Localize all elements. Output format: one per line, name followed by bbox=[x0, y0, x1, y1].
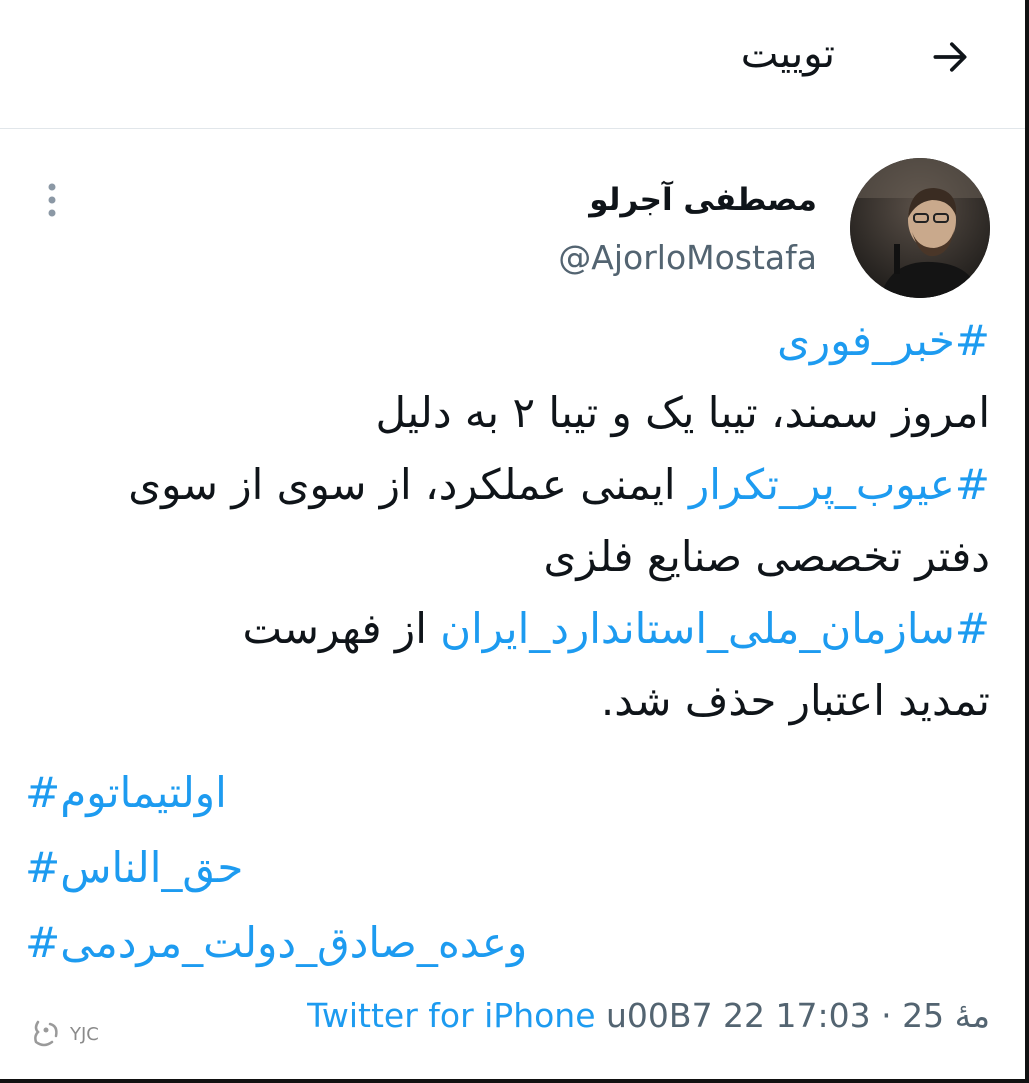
avatar[interactable] bbox=[850, 158, 990, 298]
tweet-screen: توییت مصطفی آجرلو @AjorloMostafa #خبر_فو… bbox=[0, 0, 1029, 1083]
hashtag-link[interactable]: وعده_صادق_دولت_مردمی# bbox=[25, 905, 990, 980]
tweet-text-segment: از فهرست bbox=[242, 604, 441, 653]
tweet-text-segment: تمدید اعتبار حذف شد. bbox=[600, 676, 990, 725]
tweet-text-segment: ایمنی عملکرد، از سوی از سوی bbox=[128, 460, 689, 509]
tweet-meta: Twitter for iPhone u00B7 22 مهٔ 25 · 17:… bbox=[307, 992, 990, 1040]
yjc-logo-icon bbox=[34, 1020, 58, 1047]
arrow-right-icon bbox=[933, 42, 967, 72]
hashtag-link[interactable]: حق_الناس# bbox=[25, 830, 990, 905]
hashtag-list: اولتیماتوم# حق_الناس# وعده_صادق_دولت_مرد… bbox=[25, 755, 990, 980]
source-link[interactable]: Twitter for iPhone bbox=[307, 996, 595, 1035]
more-vertical-icon bbox=[48, 183, 56, 217]
hashtag-link[interactable]: #عیوب_پر_تکرار bbox=[689, 460, 990, 509]
page-title: توییت bbox=[740, 31, 835, 77]
more-options-button[interactable] bbox=[38, 180, 66, 220]
tweet-text: #خبر_فوری امروز سمند، تیبا یک و تیبا ۲ ب… bbox=[25, 305, 990, 737]
tweet-text-segment: دفتر تخصصی صنایع فلزی bbox=[543, 532, 990, 581]
user-avatar bbox=[850, 158, 990, 298]
tweet-line: #سازمان_ملی_استاندارد_ایران از فهرست bbox=[25, 593, 990, 665]
top-bar: توییت bbox=[0, 0, 1025, 129]
tweet-line: دفتر تخصصی صنایع فلزی bbox=[25, 521, 990, 593]
tweet-line: #خبر_فوری bbox=[25, 305, 990, 377]
back-button[interactable] bbox=[925, 32, 975, 82]
tweet-line: تمدید اعتبار حذف شد. bbox=[25, 665, 990, 737]
author-name[interactable]: مصطفی آجرلو bbox=[589, 178, 817, 222]
hashtag-link[interactable]: #خبر_فوری bbox=[777, 316, 990, 365]
hashtag-link[interactable]: #سازمان_ملی_استاندارد_ایران bbox=[440, 604, 990, 653]
hashtag-link[interactable]: اولتیماتوم# bbox=[25, 755, 990, 830]
timestamp: u00B7 22 مهٔ 25 · 17:03 bbox=[595, 996, 990, 1035]
tweet-line: #عیوب_پر_تکرار ایمنی عملکرد، از سوی از س… bbox=[25, 449, 990, 521]
watermark-text: YJC bbox=[70, 1023, 99, 1045]
watermark: YJC bbox=[30, 1018, 99, 1050]
tweet-line: امروز سمند، تیبا یک و تیبا ۲ به دلیل bbox=[25, 377, 990, 449]
tweet-text-segment: امروز سمند، تیبا یک و تیبا ۲ به دلیل bbox=[375, 388, 990, 437]
author-handle[interactable]: @AjorloMostafa bbox=[558, 236, 817, 280]
